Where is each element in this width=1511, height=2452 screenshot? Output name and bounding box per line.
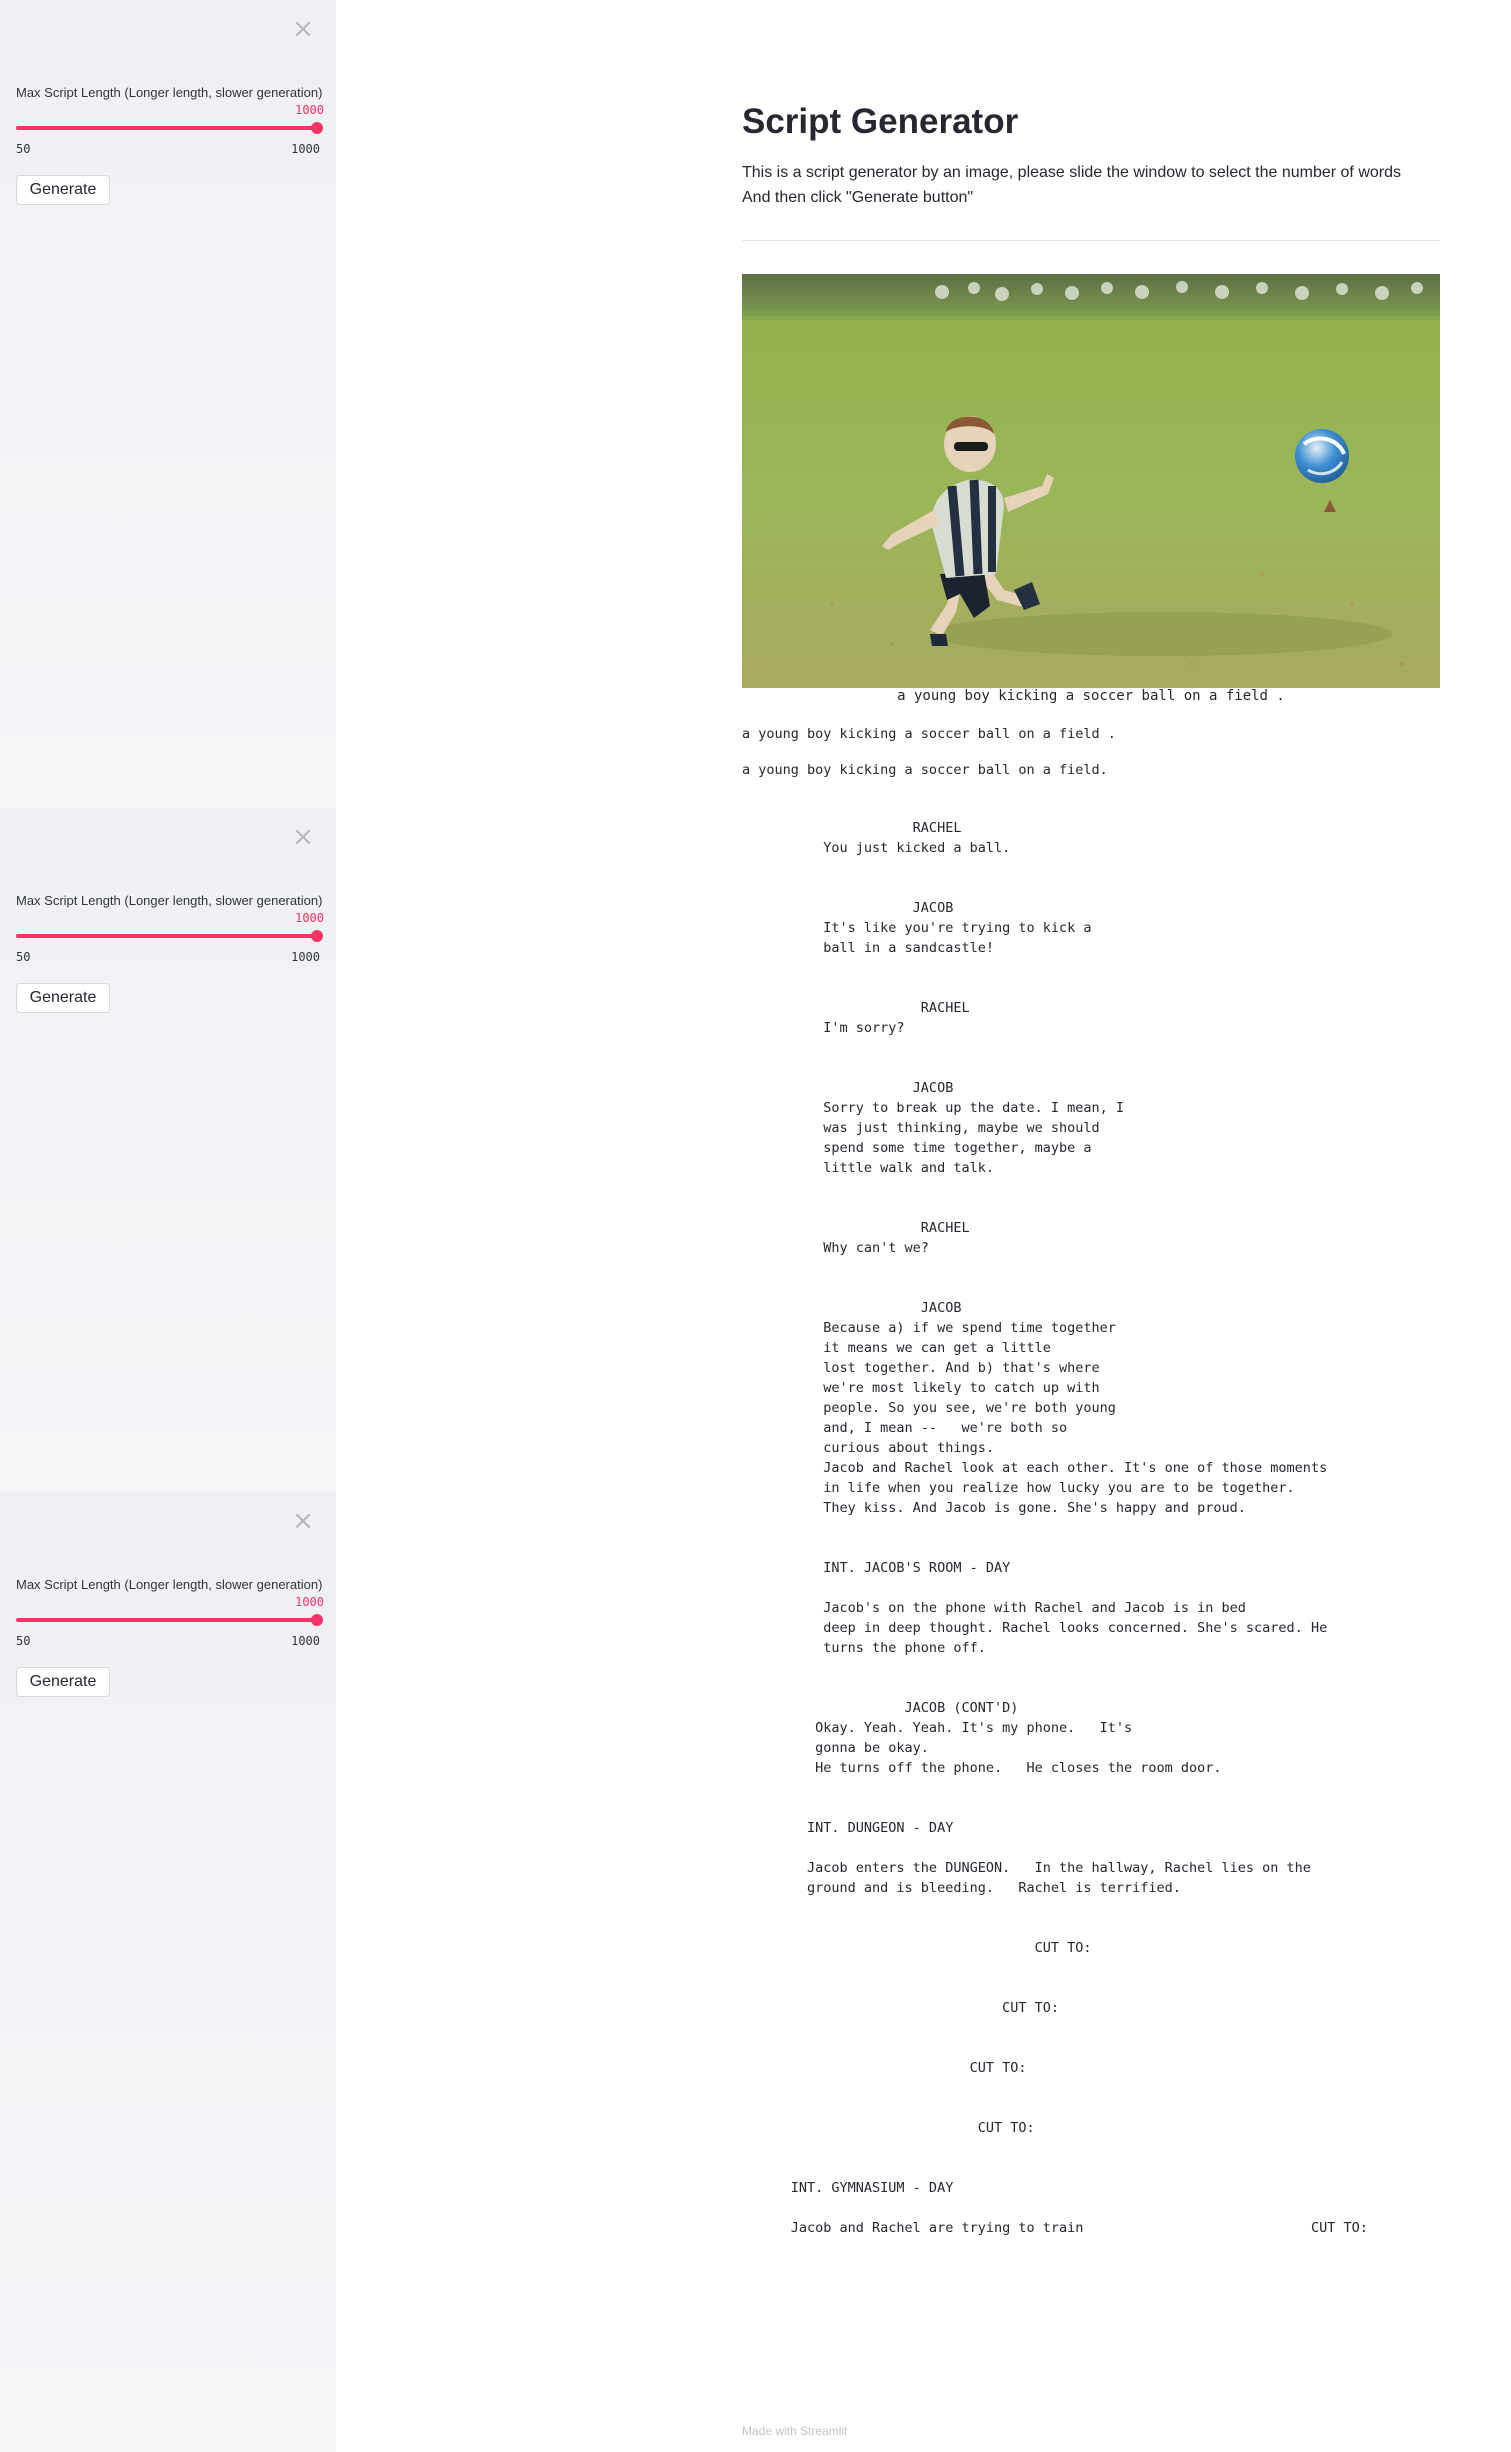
generate-button[interactable]: Generate <box>16 175 110 205</box>
slider-thumb[interactable] <box>311 1614 323 1626</box>
generate-button[interactable]: Generate <box>16 983 110 1013</box>
slider-min-label: 50 <box>16 142 31 156</box>
slider-track[interactable] <box>16 934 320 938</box>
slider-thumb[interactable] <box>311 930 323 942</box>
sidebar-panel: × Max Script Length (Longer length, slow… <box>0 0 336 808</box>
caption-text: a young boy kicking a soccer ball on a f… <box>742 726 1116 742</box>
page-title: Script Generator <box>742 102 1019 141</box>
caption-text: a young boy kicking a soccer ball on a f… <box>742 762 1108 778</box>
description-line: And then click "Generate button" <box>742 189 974 206</box>
slider-thumb[interactable] <box>311 122 323 134</box>
page-description: This is a script generator by an image, … <box>742 160 1401 210</box>
description-line: This is a script generator by an image, … <box>742 164 1401 181</box>
slider-label: Max Script Length (Longer length, slower… <box>16 893 323 908</box>
slider-max-label: 1000 <box>291 950 320 964</box>
slider-value: 1000 <box>295 911 324 925</box>
divider <box>742 240 1440 241</box>
slider-track[interactable] <box>16 1618 320 1622</box>
close-icon[interactable]: × <box>290 1508 316 1534</box>
slider-track[interactable] <box>16 126 320 130</box>
image-caption: a young boy kicking a soccer ball on a f… <box>897 688 1285 704</box>
sidebar-panel: × Max Script Length (Longer length, slow… <box>0 1492 336 2452</box>
slider-min-label: 50 <box>16 950 31 964</box>
footer-text[interactable]: Made with Streamlit <box>742 2424 847 2438</box>
slider-min-label: 50 <box>16 1634 31 1648</box>
slider-value: 1000 <box>295 103 324 117</box>
slider-label: Max Script Length (Longer length, slower… <box>16 85 323 100</box>
soccer-photo <box>742 274 1440 688</box>
slider-label: Max Script Length (Longer length, slower… <box>16 1577 323 1592</box>
slider-max-label: 1000 <box>291 1634 320 1648</box>
slider-value: 1000 <box>295 1595 324 1609</box>
sidebar-panel: × Max Script Length (Longer length, slow… <box>0 808 336 1492</box>
close-icon[interactable]: × <box>290 824 316 850</box>
slider-max-label: 1000 <box>291 142 320 156</box>
close-icon[interactable]: × <box>290 16 316 42</box>
generated-script: RACHEL You just kicked a ball. JACOB It'… <box>790 820 1368 2236</box>
uploaded-image <box>742 274 1440 688</box>
generate-button[interactable]: Generate <box>16 1667 110 1697</box>
